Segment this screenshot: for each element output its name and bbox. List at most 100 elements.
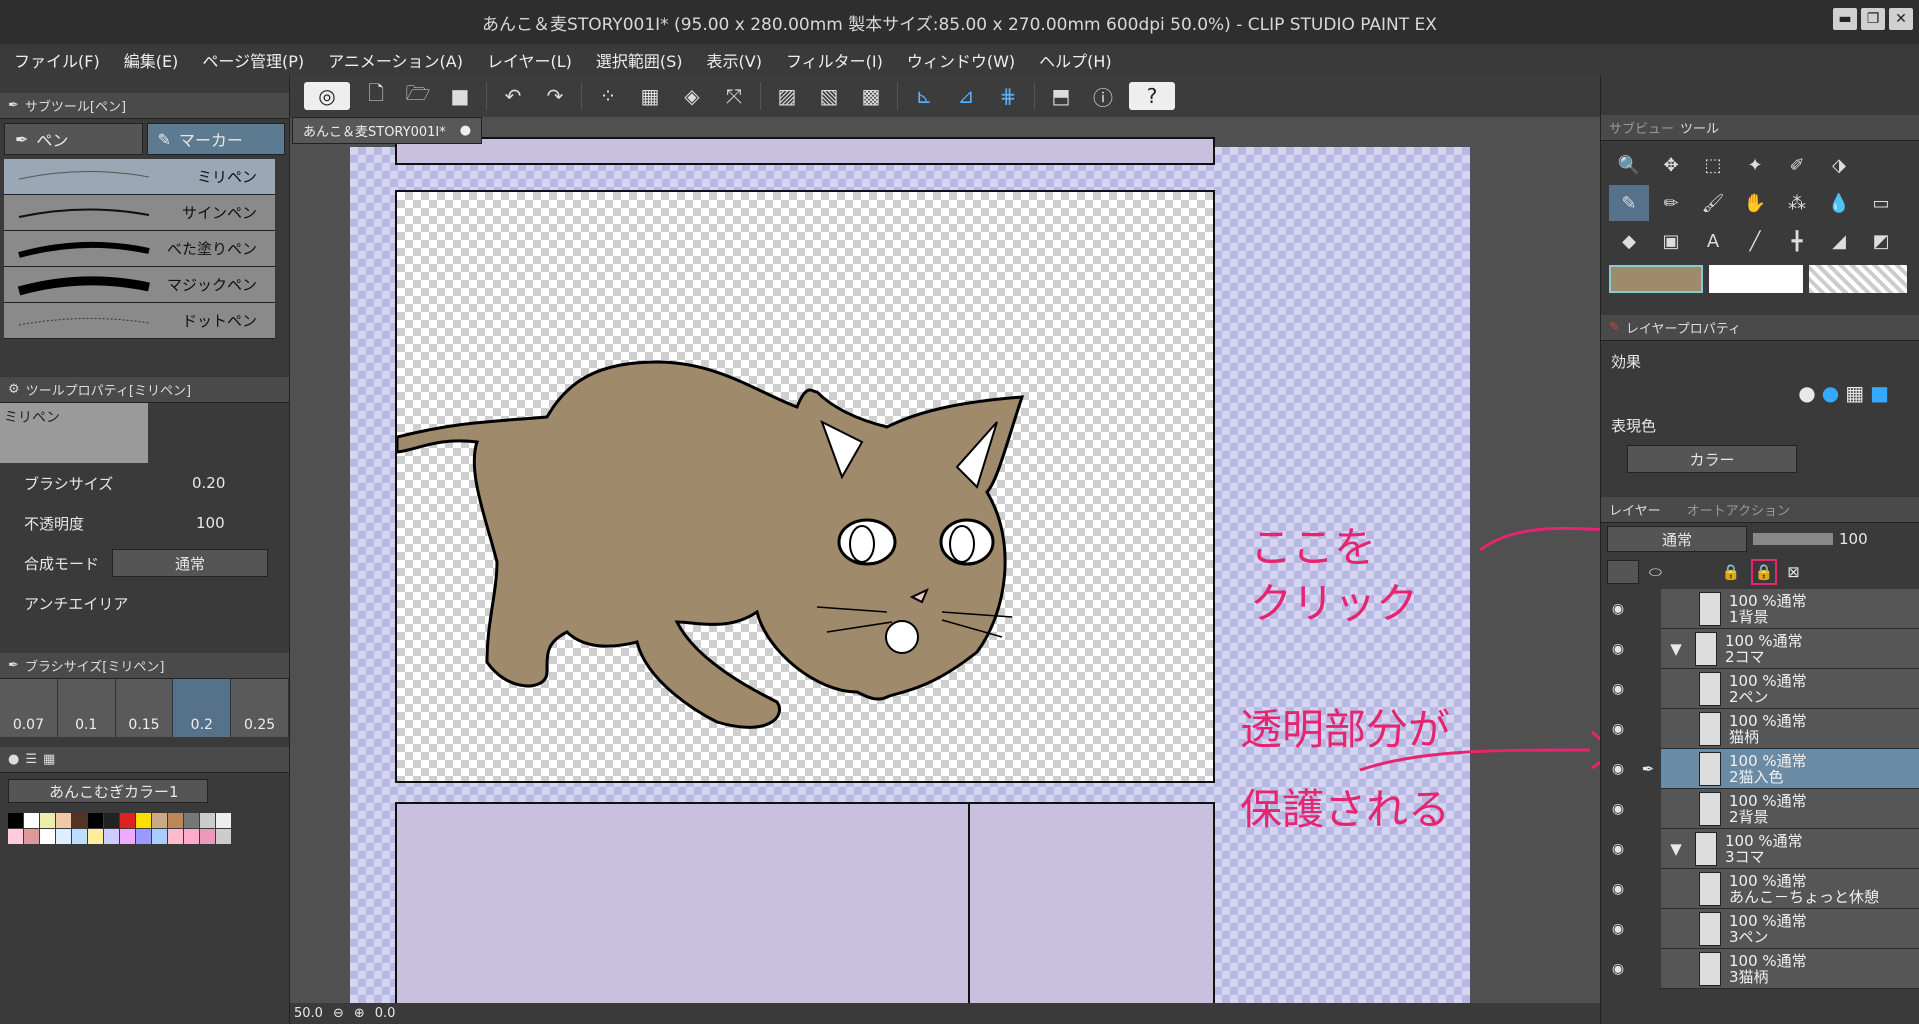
palette-swatch[interactable] [8, 829, 23, 844]
tab-layer[interactable]: レイヤー [1609, 500, 1661, 519]
palette-swatch[interactable] [24, 813, 39, 828]
zoom-value[interactable]: 50.0 [294, 1006, 323, 1021]
layer-row[interactable]: ◉ 100 %通常 あんこ－ちょっと休憩 [1601, 868, 1919, 909]
tab-marker[interactable]: ✎ マーカー [146, 123, 285, 155]
color-slider-icon[interactable]: ☰ [25, 752, 37, 767]
close-tab-icon[interactable]: ● [460, 123, 471, 138]
palette-swatch[interactable] [120, 813, 135, 828]
tab-subview[interactable]: サブビュー [1609, 118, 1674, 137]
zoom-in-icon[interactable]: ⊕ [354, 1006, 365, 1021]
size-preset[interactable]: 0.1 [58, 679, 116, 737]
help-icon[interactable]: ? [1129, 82, 1175, 110]
clip-studio-icon[interactable]: ◎ [304, 82, 350, 110]
fill-icon[interactable]: ◈ [676, 82, 708, 110]
palette-swatch[interactable] [216, 813, 231, 828]
size-preset[interactable]: 0.25 [231, 679, 289, 737]
gradient-icon[interactable]: ▣ [1651, 223, 1691, 259]
blend-tool-icon[interactable]: 💧 [1819, 185, 1859, 221]
brush-size-row[interactable]: ブラシサイズ 0.20 [0, 463, 289, 503]
menu-page[interactable]: ページ管理(P) [202, 48, 304, 72]
color-set-select[interactable]: あんこむぎカラー1 [8, 779, 208, 803]
maximize-icon[interactable]: ❐ [1861, 8, 1885, 30]
close-icon[interactable]: ✕ [1889, 8, 1913, 30]
expression-color-select[interactable]: カラー [1627, 445, 1797, 473]
menu-filter[interactable]: フィルター(I) [786, 48, 883, 72]
color-wheel-icon[interactable]: ● [8, 752, 19, 767]
opacity-value[interactable]: 100 [196, 514, 225, 532]
info-icon[interactable]: ⓘ [1087, 82, 1119, 110]
palette-swatch[interactable] [8, 813, 23, 828]
panel-frame-bottom-right[interactable] [968, 802, 1215, 1024]
extract-line-icon[interactable]: ● [1822, 381, 1839, 405]
brush-item[interactable]: サインペン [4, 195, 275, 231]
palette-swatch[interactable] [88, 813, 103, 828]
palette-swatch[interactable] [200, 829, 215, 844]
ruler-tool-icon[interactable]: ◢ [1819, 223, 1859, 259]
border-effect-icon[interactable]: ● [1798, 381, 1815, 405]
palette-swatch[interactable] [120, 829, 135, 844]
open-folder-icon[interactable]: 🗁 [402, 81, 434, 110]
menu-file[interactable]: ファイル(F) [14, 48, 100, 72]
lock-transparency-icon[interactable]: 🔒 [1750, 559, 1778, 585]
antialias-row[interactable]: アンチエイリア [0, 583, 289, 623]
fill-tool-icon[interactable]: ◆ [1609, 223, 1649, 259]
palette-swatch[interactable] [72, 813, 87, 828]
folder-expand-icon[interactable]: ▼ [1661, 840, 1691, 858]
text-tool-icon[interactable]: A [1693, 223, 1733, 259]
invert-selection-icon[interactable]: ▧ [813, 82, 845, 110]
eye-icon[interactable]: ◉ [1601, 668, 1635, 709]
layer-row[interactable]: ◉ ✒ 100 %通常 2猫入色 [1601, 748, 1919, 789]
eyedropper-icon[interactable]: ✐ [1777, 147, 1817, 183]
palette-swatch[interactable] [56, 829, 71, 844]
eye-icon[interactable]: ◉ [1601, 908, 1635, 949]
palette-swatch[interactable] [104, 813, 119, 828]
palette-swatch[interactable] [56, 813, 71, 828]
layer-mask-icon[interactable]: ⊠ [1787, 563, 1800, 581]
blend-mode-row[interactable]: 合成モード 通常 [0, 543, 289, 583]
opacity-row[interactable]: 不透明度 100 [0, 503, 289, 543]
main-color-swatch[interactable] [1609, 265, 1703, 293]
color-icon[interactable] [1607, 560, 1639, 584]
tone-icon[interactable]: ▦ [1845, 381, 1864, 405]
layer-row[interactable]: ◉ 100 %通常 2背景 [1601, 788, 1919, 829]
correct-line-icon[interactable]: ◩ [1861, 223, 1901, 259]
sub-color-swatch[interactable] [1709, 265, 1803, 293]
color-set-icon[interactable]: ▦ [43, 752, 55, 767]
menu-window[interactable]: ウィンドウ(W) [907, 48, 1015, 72]
zoom-out-icon[interactable]: ⊖ [333, 1006, 344, 1021]
menu-layer[interactable]: レイヤー(L) [487, 48, 572, 72]
palette-swatch[interactable] [136, 829, 151, 844]
auto-select-icon[interactable]: ✦ [1735, 147, 1775, 183]
frame-tool-icon[interactable]: ╋ [1777, 223, 1817, 259]
eye-icon[interactable]: ◉ [1601, 588, 1635, 629]
blend-mode-select[interactable]: 通常 [112, 549, 268, 577]
airbrush-icon[interactable]: ⁂ [1777, 185, 1817, 221]
layer-folder-row[interactable]: ◉ ▼ 100 %通常 3コマ [1601, 828, 1919, 869]
palette-swatch[interactable] [88, 829, 103, 844]
palette-swatch[interactable] [184, 829, 199, 844]
minimize-icon[interactable]: ▬ [1833, 8, 1857, 30]
eraser-icon[interactable]: ▭ [1861, 185, 1901, 221]
eye-icon[interactable]: ◉ [1601, 948, 1635, 989]
save-icon[interactable]: ■ [444, 82, 476, 110]
size-preset[interactable]: 0.15 [116, 679, 174, 737]
layer-row[interactable]: ◉ 100 %通常 3猫柄 [1601, 948, 1919, 989]
panel-frame-bottom-left[interactable] [395, 802, 970, 1024]
palette-swatch[interactable] [168, 813, 183, 828]
palette-swatch[interactable] [104, 829, 119, 844]
brush-item[interactable]: べた塗りペン [4, 231, 275, 267]
layer-row[interactable]: ◉ 100 %通常 2ペン [1601, 668, 1919, 709]
eye-icon[interactable]: ◉ [1601, 748, 1635, 789]
layer-blend-select[interactable]: 通常 [1607, 526, 1747, 552]
layer-row[interactable]: ◉ 100 %通常 1背景 [1601, 588, 1919, 629]
brush-item[interactable]: ドットペン [4, 303, 275, 339]
brush-item[interactable]: ミリペン [4, 159, 275, 195]
tab-auto-action[interactable]: オートアクション [1687, 500, 1790, 519]
menu-edit[interactable]: 編集(E) [124, 48, 179, 72]
deselect-icon[interactable]: ▨ [771, 82, 803, 110]
clear-outside-icon[interactable]: ▦ [634, 82, 666, 110]
layer-row[interactable]: ◉ 100 %通常 3ペン [1601, 908, 1919, 949]
eye-icon[interactable]: ◉ [1601, 628, 1635, 669]
size-preset[interactable]: 0.07 [0, 679, 58, 737]
snap-ruler-icon[interactable]: ⊾ [908, 82, 940, 110]
